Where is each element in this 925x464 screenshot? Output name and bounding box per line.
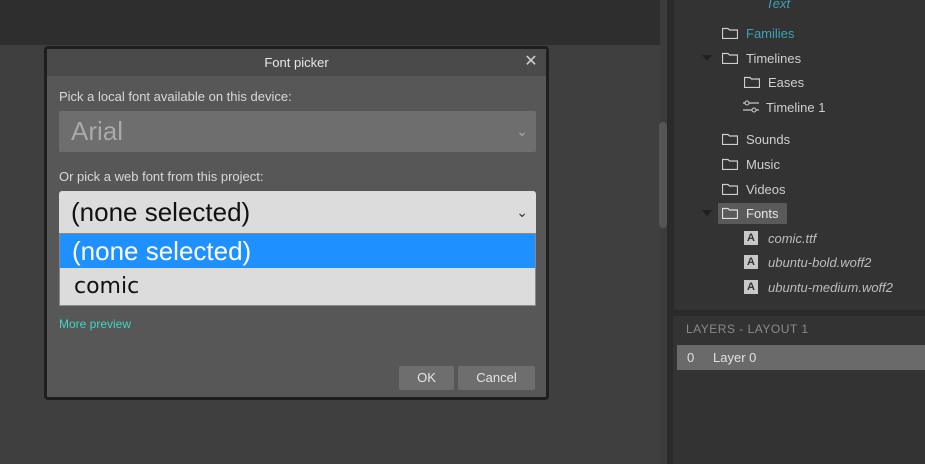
tree-item-label: Fonts — [746, 205, 779, 221]
tree-item-timelines[interactable]: Timelines — [702, 47, 802, 69]
layers-panel: LAYERS - LAYOUT 1 0 Layer 0 — [673, 316, 925, 464]
dropdown-option-comic[interactable]: comic — [60, 268, 535, 306]
chevron-down-icon: ⌄ — [516, 123, 528, 139]
font-file-icon: A — [744, 255, 758, 269]
tree-item-font-file[interactable]: A ubuntu-bold.woff2 — [744, 251, 871, 273]
local-font-value: Arial — [71, 116, 124, 146]
tree-item-label: comic.ttf — [768, 230, 817, 246]
tree-item-label: Music — [746, 156, 780, 172]
expand-arrow-icon[interactable] — [702, 55, 712, 61]
ok-button[interactable]: OK — [399, 366, 454, 390]
tree-item-label: Text — [766, 0, 791, 11]
tree-item-font-file[interactable]: A comic.ttf — [744, 227, 816, 249]
web-font-dropdown-list: (none selected) comic — [59, 233, 536, 306]
tree-item-eases[interactable]: Eases — [744, 71, 804, 93]
tree-item-label: Timeline 1 — [766, 99, 826, 115]
cancel-button[interactable]: Cancel — [458, 366, 535, 390]
tree-item-text[interactable]: Text — [766, 0, 790, 14]
local-font-select[interactable]: Arial ⌄ — [59, 111, 536, 152]
folder-icon — [722, 133, 738, 145]
font-picker-dialog: Font picker ✕ Pick a local font availabl… — [44, 46, 549, 400]
layers-panel-title: LAYERS - LAYOUT 1 — [686, 322, 809, 336]
layer-name: Layer 0 — [713, 350, 757, 365]
tree-item-label: Videos — [746, 181, 786, 197]
selected-highlight: Fonts — [718, 202, 787, 224]
timeline-icon — [743, 100, 759, 113]
more-preview-link[interactable]: More preview — [59, 317, 131, 331]
tree-item-label: ubuntu-medium.woff2 — [768, 279, 894, 295]
tree-item-label: ubuntu-bold.woff2 — [768, 254, 872, 270]
tree-item-sounds[interactable]: Sounds — [722, 128, 790, 150]
layer-index: 0 — [687, 350, 695, 365]
tree-item-font-file[interactable]: A ubuntu-medium.woff2 — [744, 276, 893, 298]
web-font-value: (none selected) — [71, 197, 251, 227]
tree-item-label: Eases — [768, 74, 805, 90]
canvas-scrollbar[interactable] — [659, 122, 667, 228]
expand-arrow-icon[interactable] — [702, 210, 712, 216]
layer-row[interactable]: 0 Layer 0 — [677, 345, 925, 370]
tree-item-videos[interactable]: Videos — [722, 178, 786, 200]
web-font-select[interactable]: (none selected) ⌄ — [59, 191, 536, 233]
chevron-down-icon: ⌄ — [516, 204, 528, 220]
folder-icon — [722, 207, 738, 219]
tree-item-label: Families — [746, 25, 795, 41]
tree-item-label: Timelines — [746, 50, 802, 66]
folder-icon — [722, 158, 738, 170]
folder-icon — [744, 76, 760, 88]
folder-icon — [722, 183, 738, 195]
web-font-label: Or pick a web font from this project: — [59, 169, 264, 184]
tree-item-fonts[interactable]: Fonts — [702, 202, 787, 224]
tree-item-music[interactable]: Music — [722, 153, 780, 175]
dialog-title: Font picker — [47, 49, 546, 76]
font-file-icon: A — [744, 280, 758, 294]
tree-item-timeline-1[interactable]: Timeline 1 — [742, 96, 825, 118]
project-panel: Text Families Timelines Eases Timeline 1… — [673, 0, 925, 310]
folder-icon — [722, 52, 738, 64]
local-font-label: Pick a local font available on this devi… — [59, 89, 292, 104]
folder-icon — [722, 27, 738, 39]
tree-item-families[interactable]: Families — [722, 22, 794, 44]
editor-toolbar — [0, 0, 660, 45]
dropdown-option-none[interactable]: (none selected) — [60, 234, 535, 268]
font-file-icon: A — [744, 231, 758, 245]
close-icon[interactable]: ✕ — [522, 53, 540, 71]
tree-item-label: Sounds — [746, 131, 791, 147]
